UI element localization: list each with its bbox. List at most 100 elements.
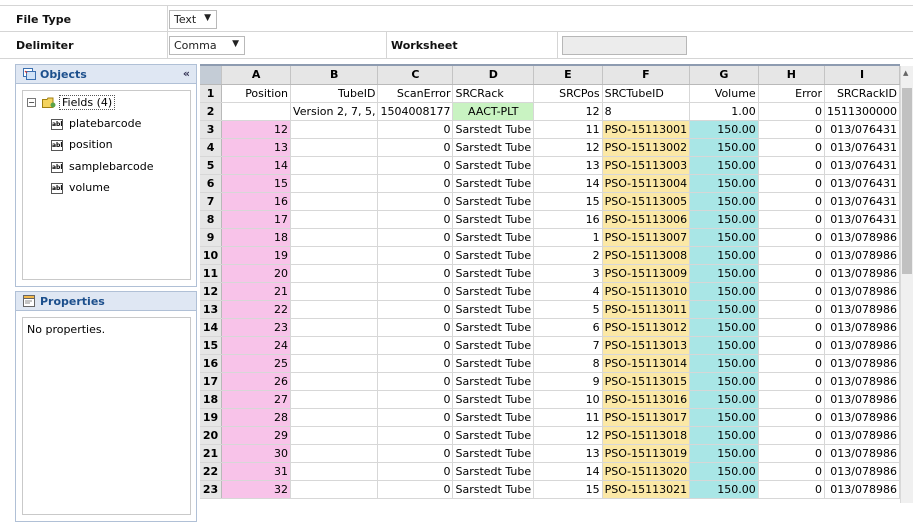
grid-cell[interactable]: 0 bbox=[758, 480, 825, 499]
grid-cell[interactable]: 013/078986 bbox=[824, 228, 900, 247]
grid-cell[interactable]: 0 bbox=[377, 120, 454, 139]
grid-cell[interactable]: 150.00 bbox=[689, 408, 759, 427]
grid-cell[interactable]: 7 bbox=[533, 336, 603, 355]
grid-cell[interactable]: Sarstedt Tube bbox=[452, 390, 535, 409]
grid-cell[interactable]: Sarstedt Tube bbox=[452, 480, 535, 499]
grid-cell[interactable]: 013/078986 bbox=[824, 246, 900, 265]
grid-cell[interactable]: 17 bbox=[221, 210, 292, 229]
grid-cell[interactable] bbox=[290, 444, 379, 463]
grid-cell[interactable]: 013/076431 bbox=[824, 156, 900, 175]
grid-cell[interactable]: PSO-15113005 bbox=[602, 192, 691, 211]
grid-cell[interactable]: Sarstedt Tube bbox=[452, 192, 535, 211]
row-header[interactable]: 17 bbox=[200, 372, 223, 391]
grid-cell[interactable]: 6 bbox=[533, 318, 603, 337]
grid-cell[interactable]: 150.00 bbox=[689, 210, 759, 229]
row-header[interactable]: 20 bbox=[200, 426, 223, 445]
grid-cell[interactable]: 0 bbox=[758, 138, 825, 157]
grid-cell[interactable]: 0 bbox=[758, 192, 825, 211]
row-header[interactable]: 23 bbox=[200, 480, 223, 499]
grid-cell[interactable] bbox=[290, 408, 379, 427]
column-header-f[interactable]: F bbox=[602, 66, 691, 85]
grid-cell[interactable]: 1.00 bbox=[689, 102, 759, 121]
grid-cell[interactable]: PSO-15113004 bbox=[602, 174, 691, 193]
grid-cell[interactable]: 15 bbox=[221, 174, 292, 193]
grid-cell[interactable]: 27 bbox=[221, 390, 292, 409]
grid-cell[interactable]: 150.00 bbox=[689, 228, 759, 247]
grid-cell[interactable]: PSO-15113015 bbox=[602, 372, 691, 391]
grid-cell[interactable]: 150.00 bbox=[689, 192, 759, 211]
grid-cell[interactable] bbox=[290, 156, 379, 175]
grid-cell[interactable]: 12 bbox=[221, 120, 292, 139]
grid-cell[interactable]: PSO-15113010 bbox=[602, 282, 691, 301]
grid-cell[interactable]: Position bbox=[221, 84, 292, 103]
grid-cell[interactable]: 3 bbox=[533, 264, 603, 283]
grid-cell[interactable] bbox=[290, 210, 379, 229]
grid-cell[interactable]: 0 bbox=[758, 102, 825, 121]
grid-cell[interactable]: PSO-15113017 bbox=[602, 408, 691, 427]
grid-cell[interactable]: 0 bbox=[758, 462, 825, 481]
grid-cell[interactable]: 21 bbox=[221, 282, 292, 301]
grid-cell[interactable]: 0 bbox=[758, 174, 825, 193]
grid-cell[interactable]: AACT-PLT bbox=[452, 102, 535, 121]
grid-cell[interactable] bbox=[290, 228, 379, 247]
grid-cell[interactable]: 150.00 bbox=[689, 444, 759, 463]
grid-cell[interactable]: 22 bbox=[221, 300, 292, 319]
grid-cell[interactable]: Volume bbox=[689, 84, 759, 103]
scrollbar-thumb[interactable] bbox=[902, 88, 912, 274]
grid-cell[interactable]: 0 bbox=[377, 318, 454, 337]
grid-cell[interactable] bbox=[290, 480, 379, 499]
grid-cell[interactable]: 150.00 bbox=[689, 120, 759, 139]
grid-cell[interactable]: 0 bbox=[758, 120, 825, 139]
grid-cell[interactable]: 150.00 bbox=[689, 264, 759, 283]
delimiter-select[interactable]: Comma ▼ bbox=[169, 36, 245, 55]
grid-cell[interactable]: Error bbox=[758, 84, 825, 103]
scroll-up-icon[interactable]: ▲ bbox=[903, 69, 908, 77]
row-header[interactable]: 9 bbox=[200, 228, 223, 247]
grid-cell[interactable]: PSO-15113012 bbox=[602, 318, 691, 337]
grid-cell[interactable]: 15 bbox=[533, 480, 603, 499]
grid-cell[interactable]: Sarstedt Tube bbox=[452, 318, 535, 337]
grid-cell[interactable]: 0 bbox=[758, 210, 825, 229]
grid-cell[interactable]: SRCPos bbox=[533, 84, 603, 103]
grid-cell[interactable]: 0 bbox=[758, 354, 825, 373]
grid-cell[interactable]: 0 bbox=[758, 390, 825, 409]
grid-cell[interactable]: Sarstedt Tube bbox=[452, 426, 535, 445]
grid-cell[interactable]: SRCRack bbox=[452, 84, 535, 103]
grid-cell[interactable]: 0 bbox=[758, 336, 825, 355]
row-header[interactable]: 8 bbox=[200, 210, 223, 229]
grid-cell[interactable]: PSO-15113001 bbox=[602, 120, 691, 139]
grid-cell[interactable]: PSO-15113007 bbox=[602, 228, 691, 247]
grid-cell[interactable]: PSO-15113002 bbox=[602, 138, 691, 157]
grid-cell[interactable]: 150.00 bbox=[689, 156, 759, 175]
grid-cell[interactable]: 013/078986 bbox=[824, 264, 900, 283]
row-header[interactable]: 6 bbox=[200, 174, 223, 193]
grid-cell[interactable]: Sarstedt Tube bbox=[452, 264, 535, 283]
grid-cell[interactable]: 150.00 bbox=[689, 336, 759, 355]
grid-cell[interactable]: 1 bbox=[533, 228, 603, 247]
grid-cell[interactable] bbox=[290, 120, 379, 139]
grid-cell[interactable]: 30 bbox=[221, 444, 292, 463]
grid-cell[interactable]: 013/078986 bbox=[824, 426, 900, 445]
grid-cell[interactable]: 23 bbox=[221, 318, 292, 337]
grid-cell[interactable]: 0 bbox=[758, 372, 825, 391]
grid-cell[interactable]: 013/078986 bbox=[824, 462, 900, 481]
grid-cell[interactable]: 150.00 bbox=[689, 462, 759, 481]
grid-cell[interactable]: Sarstedt Tube bbox=[452, 120, 535, 139]
collapse-tree-icon[interactable]: − bbox=[27, 97, 36, 107]
grid-cell[interactable]: 13 bbox=[533, 444, 603, 463]
grid-cell[interactable]: 32 bbox=[221, 480, 292, 499]
grid-cell[interactable]: 8 bbox=[602, 102, 691, 121]
grid-cell[interactable]: 0 bbox=[758, 300, 825, 319]
grid-cell[interactable] bbox=[290, 174, 379, 193]
grid-cell[interactable] bbox=[290, 264, 379, 283]
grid-cell[interactable]: 0 bbox=[758, 282, 825, 301]
grid-cell[interactable]: 150.00 bbox=[689, 426, 759, 445]
grid-cell[interactable]: PSO-15113020 bbox=[602, 462, 691, 481]
row-header[interactable]: 18 bbox=[200, 390, 223, 409]
grid-cell[interactable]: 150.00 bbox=[689, 282, 759, 301]
grid-cell[interactable]: 013/078986 bbox=[824, 300, 900, 319]
grid-cell[interactable]: Sarstedt Tube bbox=[452, 138, 535, 157]
grid-cell[interactable]: 0 bbox=[377, 228, 454, 247]
grid-cell[interactable]: 0 bbox=[377, 372, 454, 391]
grid-cell[interactable]: PSO-15113021 bbox=[602, 480, 691, 499]
